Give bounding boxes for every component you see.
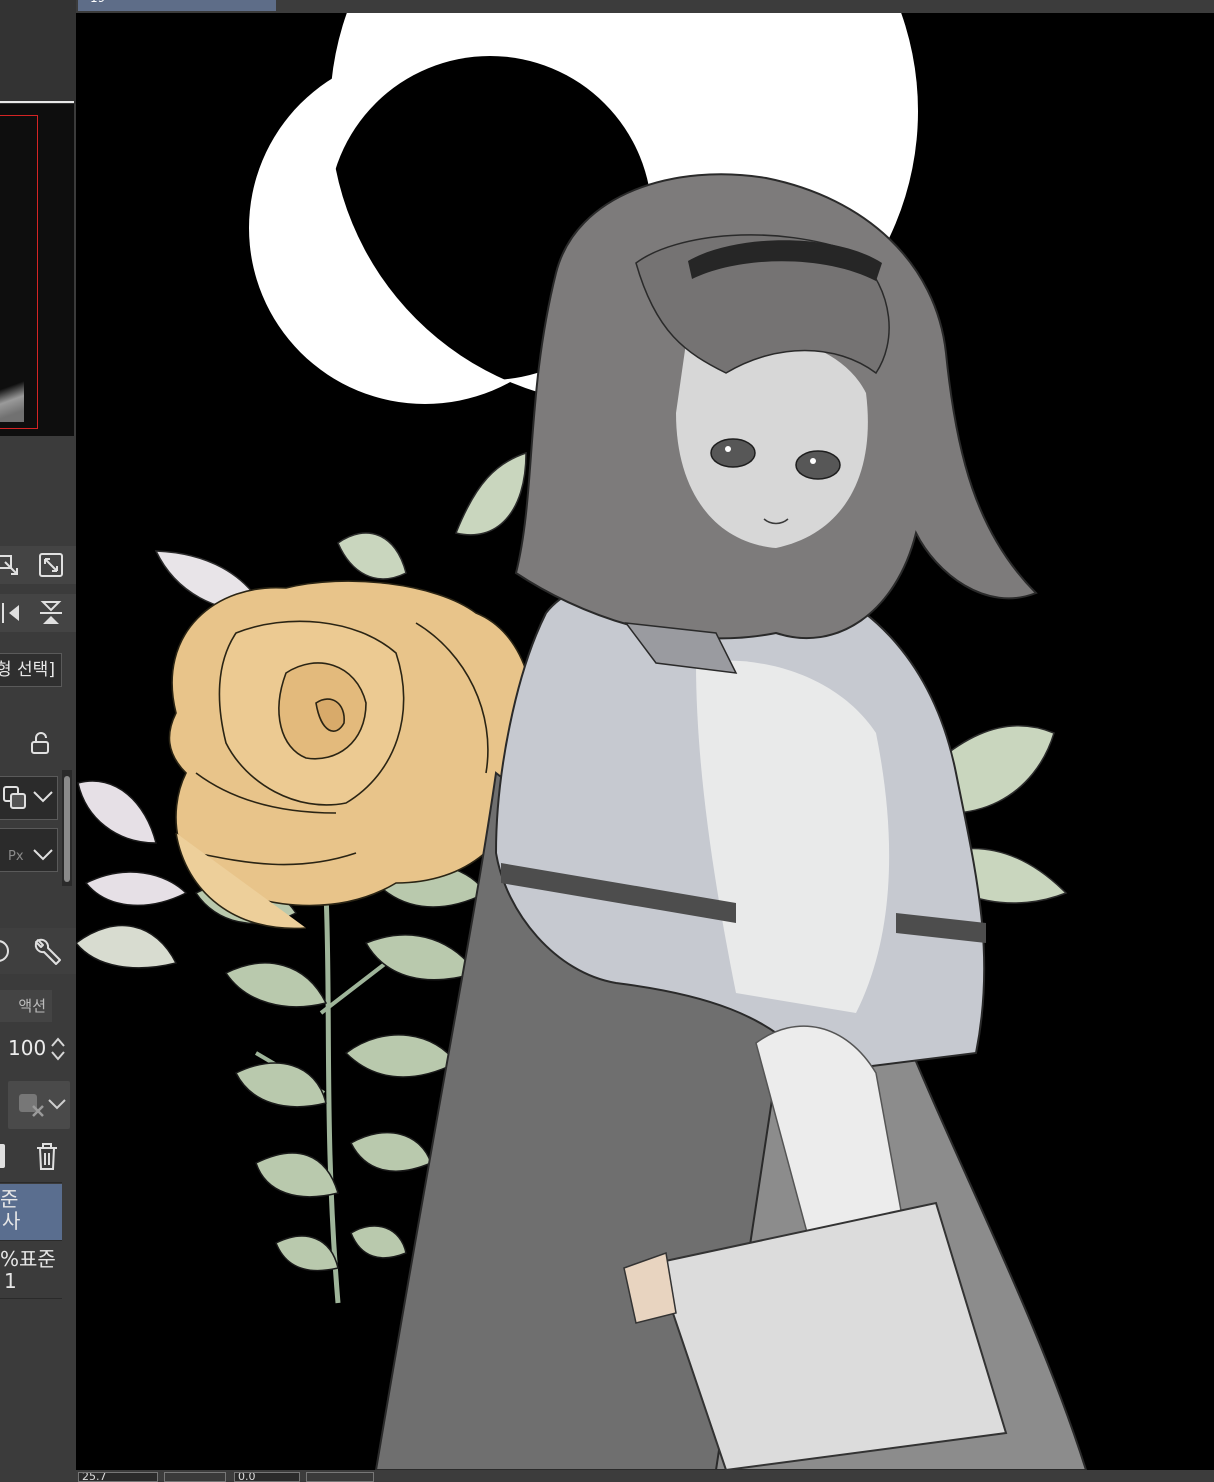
lock-icon[interactable] bbox=[26, 726, 54, 760]
layer-separator bbox=[0, 1240, 62, 1241]
overlap-squares-icon bbox=[0, 783, 30, 813]
artwork bbox=[76, 13, 1088, 1470]
layer-separator bbox=[0, 1298, 62, 1299]
layer-item-selected[interactable]: 준 사 bbox=[0, 1184, 62, 1240]
layer-name: 사 bbox=[2, 1209, 21, 1233]
layer-item[interactable]: %표준 1 bbox=[0, 1244, 62, 1296]
unit-dropdown[interactable]: Px bbox=[0, 828, 58, 872]
property-scrollbar-thumb[interactable] bbox=[64, 776, 70, 882]
layer-blend-label: %표준 bbox=[0, 1247, 56, 1271]
layer-blend-label: 준 bbox=[0, 1187, 19, 1211]
layer-mode-dropdown[interactable] bbox=[0, 776, 58, 820]
document-tab-label: 19 bbox=[90, 0, 105, 5]
zoom-slider[interactable] bbox=[164, 1472, 226, 1482]
no-clip-icon bbox=[16, 1089, 46, 1119]
fit-to-window-icon[interactable] bbox=[36, 548, 66, 582]
new-layer-icon[interactable] bbox=[0, 1138, 8, 1174]
document-tab[interactable] bbox=[78, 0, 276, 11]
layer-name: 1 bbox=[4, 1269, 17, 1293]
circle-icon[interactable] bbox=[0, 934, 12, 968]
left-panel: 형 선택] Px 액션 100 준 사 %표준 1 bbox=[0, 0, 77, 1482]
navigator-view-frame[interactable] bbox=[0, 115, 38, 429]
navigator-preview[interactable] bbox=[0, 104, 74, 436]
navigator-divider bbox=[0, 101, 74, 103]
panel-header bbox=[0, 0, 76, 104]
flip-horizontal-icon[interactable] bbox=[0, 596, 22, 630]
opacity-stepper-icon[interactable] bbox=[50, 1036, 66, 1064]
chevron-down-icon bbox=[32, 843, 54, 867]
chevron-down-icon bbox=[46, 1089, 68, 1119]
layer-opacity-value[interactable]: 100 bbox=[8, 1036, 46, 1060]
trash-icon[interactable] bbox=[32, 1138, 62, 1174]
selection-tab[interactable]: 형 선택] bbox=[0, 653, 62, 687]
drawing-canvas[interactable] bbox=[76, 13, 1214, 1470]
layer-separator bbox=[0, 1182, 62, 1183]
rotation-field[interactable]: 0.0 bbox=[234, 1472, 300, 1482]
action-tab[interactable]: 액션 bbox=[0, 990, 52, 1022]
chevron-down-icon bbox=[32, 785, 54, 809]
blend-mode-dropdown[interactable] bbox=[8, 1081, 70, 1129]
rotate-canvas-icon[interactable] bbox=[0, 546, 22, 584]
wrench-icon[interactable] bbox=[30, 934, 64, 968]
unit-label: Px bbox=[8, 849, 24, 864]
zoom-field[interactable]: 25.7 bbox=[78, 1472, 158, 1482]
flip-vertical-icon[interactable] bbox=[36, 596, 66, 630]
rotation-slider[interactable] bbox=[306, 1472, 374, 1482]
